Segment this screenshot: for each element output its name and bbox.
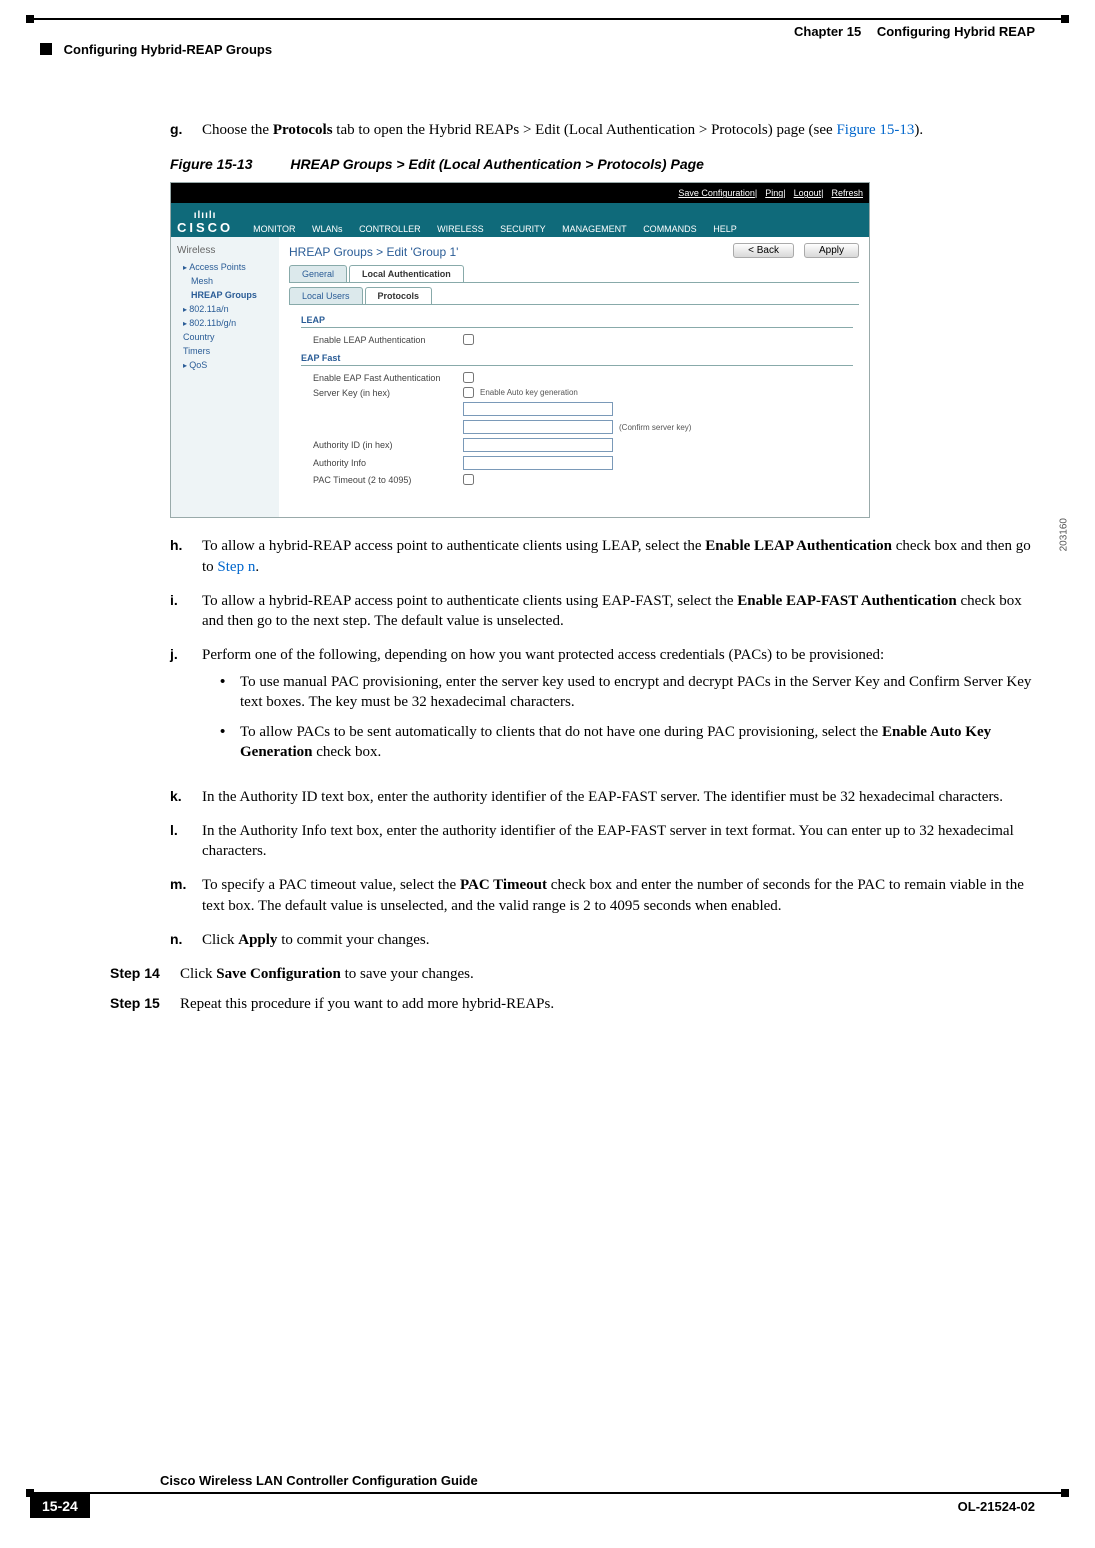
step-15: Step 15 Repeat this procedure if you wan… — [110, 994, 1035, 1014]
footer-guide-title: Cisco Wireless LAN Controller Configurat… — [160, 1473, 478, 1488]
tab-local-auth[interactable]: Local Authentication — [349, 265, 464, 282]
gui-topbar: Save Configuration | Ping | Logout | Ref… — [171, 183, 869, 203]
chapter-number: Chapter 15 — [794, 24, 861, 39]
step-h: h. To allow a hybrid-REAP access point t… — [170, 536, 1035, 577]
bottom-rule — [30, 1492, 1065, 1494]
main-content: g. Choose the Protocols tab to open the … — [170, 120, 1035, 1025]
nav-security[interactable]: SECURITY — [500, 224, 546, 234]
section-eapfast: EAP Fast — [301, 349, 853, 366]
sidebar-access-points[interactable]: Access Points — [183, 262, 273, 272]
label-authority-id: Authority ID (in hex) — [313, 440, 463, 450]
input-authority-id[interactable] — [463, 438, 613, 452]
input-server-key[interactable] — [463, 402, 613, 416]
checkbox-enable-eapfast[interactable] — [463, 372, 474, 383]
apply-button[interactable]: Apply — [804, 243, 859, 258]
cisco-gui-figure: Save Configuration | Ping | Logout | Ref… — [170, 182, 870, 518]
logout-link[interactable]: Logout — [794, 188, 822, 198]
bullet-1: • To use manual PAC provisioning, enter … — [220, 672, 1035, 713]
label-confirm-key: (Confirm server key) — [619, 423, 691, 432]
bullet-icon: • — [220, 722, 240, 763]
nav-management[interactable]: MANAGEMENT — [562, 224, 627, 234]
label-authority-info: Authority Info — [313, 458, 463, 468]
nav-wlans[interactable]: WLANs — [312, 224, 343, 234]
bullet-2: • To allow PACs to be sent automatically… — [220, 722, 1035, 763]
label-server-key: Server Key (in hex) — [313, 388, 463, 398]
sidebar-country[interactable]: Country — [183, 332, 273, 342]
section-marker-icon — [40, 43, 52, 55]
tab-local-users[interactable]: Local Users — [289, 287, 363, 304]
sidebar-qos[interactable]: QoS — [183, 360, 273, 370]
checkbox-pac-timeout[interactable] — [463, 474, 474, 485]
gui-navbar: ılıılı CISCO MONITOR WLANs CONTROLLER WI… — [171, 203, 869, 237]
chapter-title: Configuring Hybrid REAP — [877, 24, 1035, 39]
label-enable-eapfast: Enable EAP Fast Authentication — [313, 373, 463, 383]
save-config-link[interactable]: Save Configuration — [678, 188, 755, 198]
tab-general[interactable]: General — [289, 265, 347, 282]
gui-main: < Back Apply HREAP Groups > Edit 'Group … — [279, 237, 869, 517]
step-g: g. Choose the Protocols tab to open the … — [170, 120, 1035, 140]
sidebar-mesh[interactable]: Mesh — [191, 276, 273, 286]
input-authority-info[interactable] — [463, 456, 613, 470]
tabs-outer: General Local Authentication — [289, 265, 859, 283]
back-button[interactable]: < Back — [733, 243, 794, 258]
step-text: Choose the Protocols tab to open the Hyb… — [202, 120, 1035, 140]
top-rule — [30, 18, 1065, 20]
tab-protocols[interactable]: Protocols — [365, 287, 433, 304]
sidebar-title: Wireless — [177, 245, 273, 256]
nav-wireless[interactable]: WIRELESS — [437, 224, 484, 234]
step-n-link[interactable]: Step n — [217, 559, 255, 575]
nav-controller[interactable]: CONTROLLER — [359, 224, 421, 234]
cisco-logo: ılıılı CISCO — [177, 211, 233, 234]
label-pac-timeout: PAC Timeout (2 to 4095) — [313, 475, 463, 485]
section-leap: LEAP — [301, 311, 853, 328]
bullet-icon: • — [220, 672, 240, 713]
form-area: LEAP Enable LEAP Authentication EAP Fast… — [289, 305, 859, 485]
header-left: Configuring Hybrid-REAP Groups — [40, 42, 272, 57]
step-l: l. In the Authority Info text box, enter… — [170, 821, 1035, 862]
sidebar-80211an[interactable]: 802.11a/n — [183, 304, 273, 314]
checkbox-autokey[interactable] — [463, 387, 474, 398]
doc-id: OL-21524-02 — [958, 1499, 1035, 1514]
label-autokey: Enable Auto key generation — [480, 388, 578, 397]
nav-menu: MONITOR WLANs CONTROLLER WIRELESS SECURI… — [253, 224, 751, 234]
figure-caption: Figure 15-13 HREAP Groups > Edit (Local … — [170, 156, 1035, 172]
nav-commands[interactable]: COMMANDS — [643, 224, 697, 234]
step-j: j. Perform one of the following, dependi… — [170, 645, 1035, 772]
step-n: n. Click Apply to commit your changes. — [170, 930, 1035, 950]
label-enable-leap: Enable LEAP Authentication — [313, 335, 463, 345]
input-confirm-key[interactable] — [463, 420, 613, 434]
step-marker: g. — [170, 120, 202, 140]
ping-link[interactable]: Ping — [765, 188, 783, 198]
step-i: i. To allow a hybrid-REAP access point t… — [170, 591, 1035, 632]
sidebar-hreap-groups[interactable]: HREAP Groups — [191, 290, 273, 300]
gui-sidebar: Wireless Access Points Mesh HREAP Groups… — [171, 237, 279, 517]
figure-wrap: Save Configuration | Ping | Logout | Ref… — [170, 182, 1035, 518]
step-k: k. In the Authority ID text box, enter t… — [170, 787, 1035, 807]
figure-id: 203160 — [1058, 518, 1069, 551]
page-number: 15-24 — [30, 1494, 90, 1518]
figure-title: HREAP Groups > Edit (Local Authenticatio… — [290, 156, 704, 172]
tabs-inner: Local Users Protocols — [289, 287, 859, 305]
header-right: Chapter 15 Configuring Hybrid REAP — [794, 24, 1035, 39]
figure-link[interactable]: Figure 15-13 — [836, 122, 914, 138]
step-14: Step 14 Click Save Configuration to save… — [110, 964, 1035, 984]
sidebar-80211bgn[interactable]: 802.11b/g/n — [183, 318, 273, 328]
figure-label: Figure 15-13 — [170, 156, 252, 172]
sidebar-timers[interactable]: Timers — [183, 346, 273, 356]
checkbox-enable-leap[interactable] — [463, 334, 474, 345]
nav-help[interactable]: HELP — [713, 224, 737, 234]
section-title: Configuring Hybrid-REAP Groups — [64, 42, 272, 57]
nav-monitor[interactable]: MONITOR — [253, 224, 295, 234]
step-m: m. To specify a PAC timeout value, selec… — [170, 875, 1035, 916]
refresh-link[interactable]: Refresh — [831, 188, 863, 198]
